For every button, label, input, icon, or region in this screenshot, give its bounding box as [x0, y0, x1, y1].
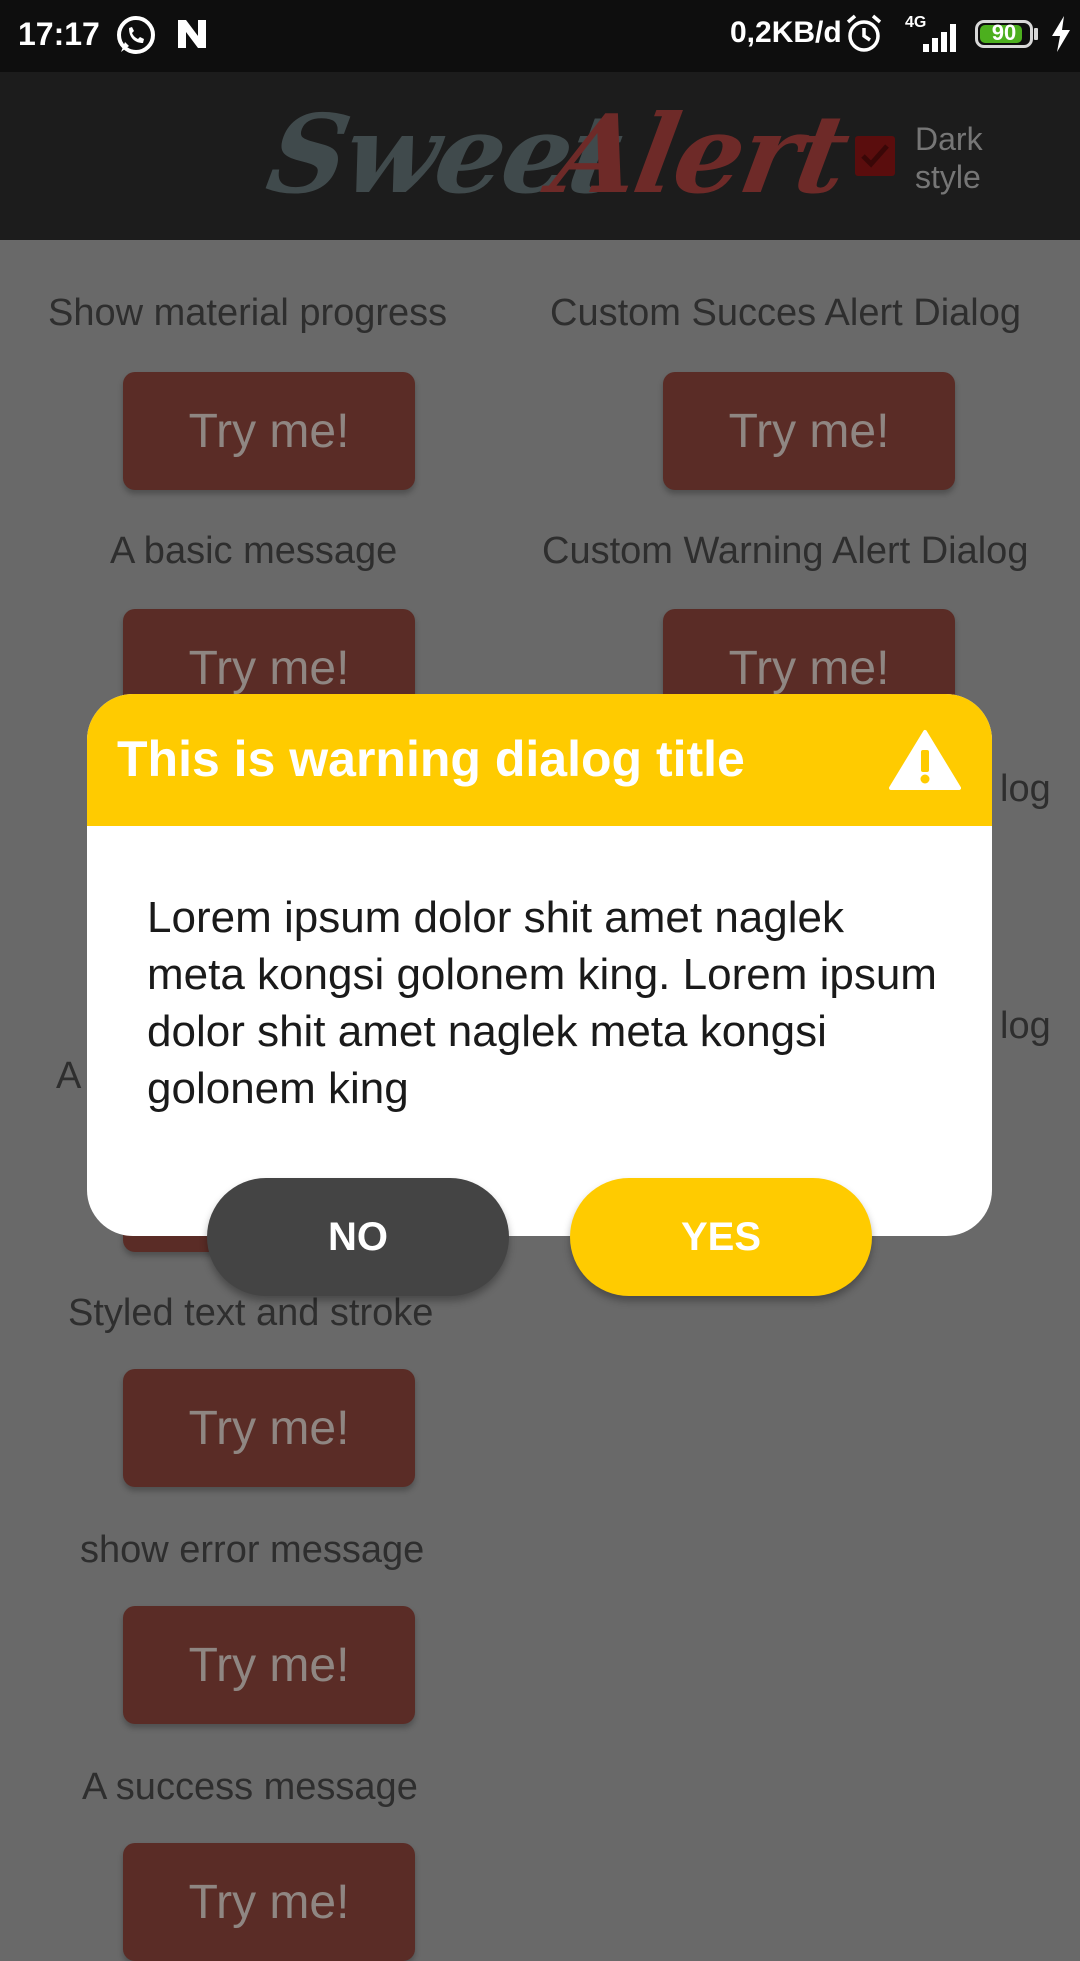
checkmark-icon [861, 144, 889, 168]
whatsapp-icon [117, 16, 155, 54]
warning-dialog: This is warning dialog title Lorem ipsum… [87, 694, 992, 1236]
label-success-message: A success message [82, 1766, 418, 1808]
battery-nub [1034, 28, 1038, 40]
label-basic-message: A basic message [110, 530, 398, 572]
dialog-title: This is warning dialog title [117, 731, 745, 787]
status-net-rate: 0,2KB/d [730, 16, 842, 49]
label-partial-right-1: log [1000, 768, 1051, 810]
battery-level: 90 [991, 20, 1017, 45]
status-time: 17:17 [18, 16, 100, 52]
dark-style-label: Dark style [915, 121, 983, 195]
app-header: Sweet Alert Dark style [0, 72, 1080, 240]
charging-icon [1052, 16, 1070, 52]
signal-icon [923, 24, 956, 52]
dialog-header: This is warning dialog title [87, 694, 992, 826]
label-styled-text: Styled text and stroke [68, 1292, 434, 1334]
logo-alert: Alert [543, 92, 857, 218]
label-partial-right-2: log [1000, 1005, 1051, 1047]
no-button[interactable]: NO [207, 1178, 509, 1296]
try-button-styled-text[interactable]: Try me! [123, 1369, 415, 1487]
warning-icon [889, 730, 961, 790]
label-custom-success: Custom Succes Alert Dialog [550, 292, 1021, 334]
n-app-icon [178, 20, 206, 48]
yes-button[interactable]: YES [570, 1178, 872, 1296]
battery-icon: 90 [975, 20, 1033, 48]
alarm-icon [846, 14, 882, 52]
try-button-material-progress[interactable]: Try me! [123, 372, 415, 490]
label-error-message: show error message [80, 1529, 425, 1571]
label-material-progress: Show material progress [48, 292, 448, 334]
dark-style-checkbox[interactable] [855, 136, 895, 176]
try-button-success-message[interactable]: Try me! [123, 1843, 415, 1961]
label-custom-warning: Custom Warning Alert Dialog [542, 530, 1029, 572]
try-button-error-message[interactable]: Try me! [123, 1606, 415, 1724]
dialog-message: Lorem ipsum dolor shit amet naglek meta … [147, 893, 937, 1113]
try-button-custom-success[interactable]: Try me! [663, 372, 955, 490]
status-bar: 17:17 0,2KB/d 4G 90 [0, 0, 1080, 72]
label-partial-left: A [56, 1055, 82, 1097]
